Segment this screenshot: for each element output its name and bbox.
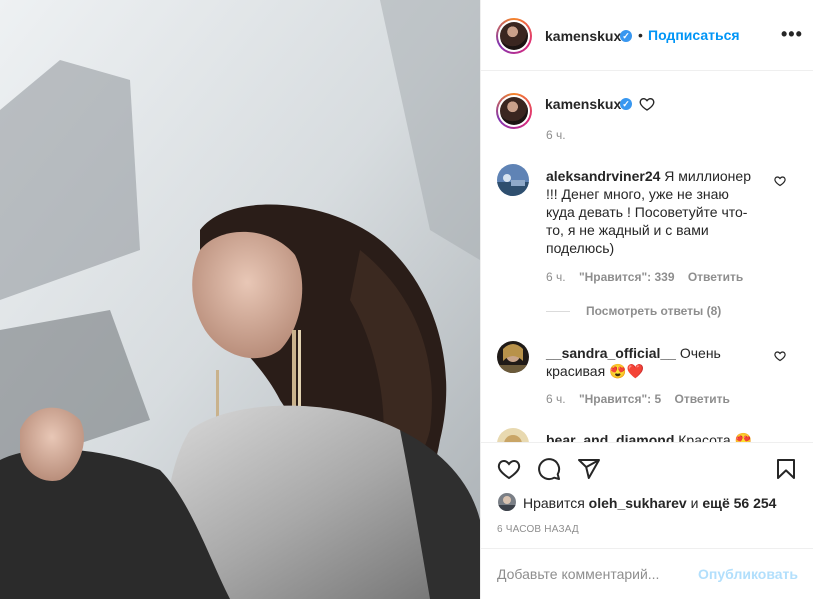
comment-likes-count[interactable]: "Нравится": 339: [579, 270, 675, 284]
post-photo-image: [0, 0, 480, 599]
comment-time: 6 ч.: [546, 392, 566, 406]
likes-count-button[interactable]: ещё 56 254: [702, 495, 776, 511]
comment-meta: 6 ч. "Нравится": 5 Ответить: [546, 392, 740, 406]
view-replies-label: Посмотреть ответы (8): [586, 304, 722, 318]
view-replies-button[interactable]: Посмотреть ответы (8): [546, 304, 721, 318]
header-separator: •: [638, 27, 643, 43]
caption-verified-badge-icon: ✓: [620, 98, 632, 110]
posted-time[interactable]: 6 ЧАСОВ НАЗАД: [497, 524, 579, 535]
post-header: kamenskux ✓ • Подписаться •••: [481, 0, 813, 71]
comment-bubble-icon[interactable]: [537, 457, 561, 481]
comment-reply-button[interactable]: Ответить: [674, 392, 729, 406]
save-bookmark-icon[interactable]: [774, 457, 798, 481]
commenter-avatar[interactable]: [497, 164, 529, 196]
follow-button[interactable]: Подписаться: [648, 27, 740, 43]
comment-like-heart-icon[interactable]: [774, 175, 786, 187]
author-username[interactable]: kamenskux: [545, 28, 621, 44]
post-photo[interactable]: [0, 0, 480, 599]
commenter-avatar[interactable]: [497, 341, 529, 373]
likes-prefix: Нравится: [523, 495, 585, 511]
likes-user[interactable]: oleh_sukharev: [589, 495, 687, 511]
commenter-avatar[interactable]: [497, 428, 529, 442]
add-comment-bar: Опубликовать: [481, 548, 813, 599]
post-side-panel: kamenskux ✓ • Подписаться ••• kamenskux …: [480, 0, 813, 599]
caption-author-username[interactable]: kamenskux: [545, 96, 621, 112]
likes-conj: и: [690, 495, 699, 511]
comment-username[interactable]: __sandra_official__: [546, 345, 676, 361]
comment-like-heart-icon[interactable]: [774, 350, 786, 362]
share-send-icon[interactable]: [577, 457, 601, 481]
more-options-icon[interactable]: •••: [781, 24, 803, 45]
author-avatar[interactable]: [496, 18, 532, 54]
comment-reply-button[interactable]: Ответить: [688, 270, 743, 284]
comment-text-block: bear_and_diamond Красота 😍: [546, 431, 776, 442]
view-replies-line: [546, 311, 570, 313]
verified-badge-icon: ✓: [620, 30, 632, 42]
caption-time: 6 ч.: [546, 128, 566, 142]
liker-avatar[interactable]: [498, 493, 516, 511]
comments-list: kamenskux ✓ 6 ч. aleksandrviner24 Я милл…: [481, 71, 813, 442]
like-heart-icon[interactable]: [497, 457, 521, 481]
comment-username[interactable]: bear_and_diamond: [546, 432, 674, 442]
comment-time: 6 ч.: [546, 270, 566, 284]
comment-text-block: __sandra_official__ Очень красивая 😍❤️: [546, 344, 751, 380]
likes-summary: Нравится oleh_sukharev и ещё 56 254: [523, 495, 776, 511]
comment-text-block: aleksandrviner24 Я миллионер !!! Денег м…: [546, 167, 751, 257]
comment-username[interactable]: aleksandrviner24: [546, 168, 660, 184]
comment-input[interactable]: [497, 565, 717, 583]
publish-button[interactable]: Опубликовать: [698, 566, 798, 582]
caption-like-heart-icon[interactable]: [639, 96, 655, 112]
comment-text: Красота 😍: [678, 432, 752, 442]
caption-author-avatar[interactable]: [496, 93, 532, 129]
comment-likes-count[interactable]: "Нравится": 5: [579, 392, 661, 406]
comment-meta: 6 ч. "Нравится": 339 Ответить: [546, 270, 753, 284]
